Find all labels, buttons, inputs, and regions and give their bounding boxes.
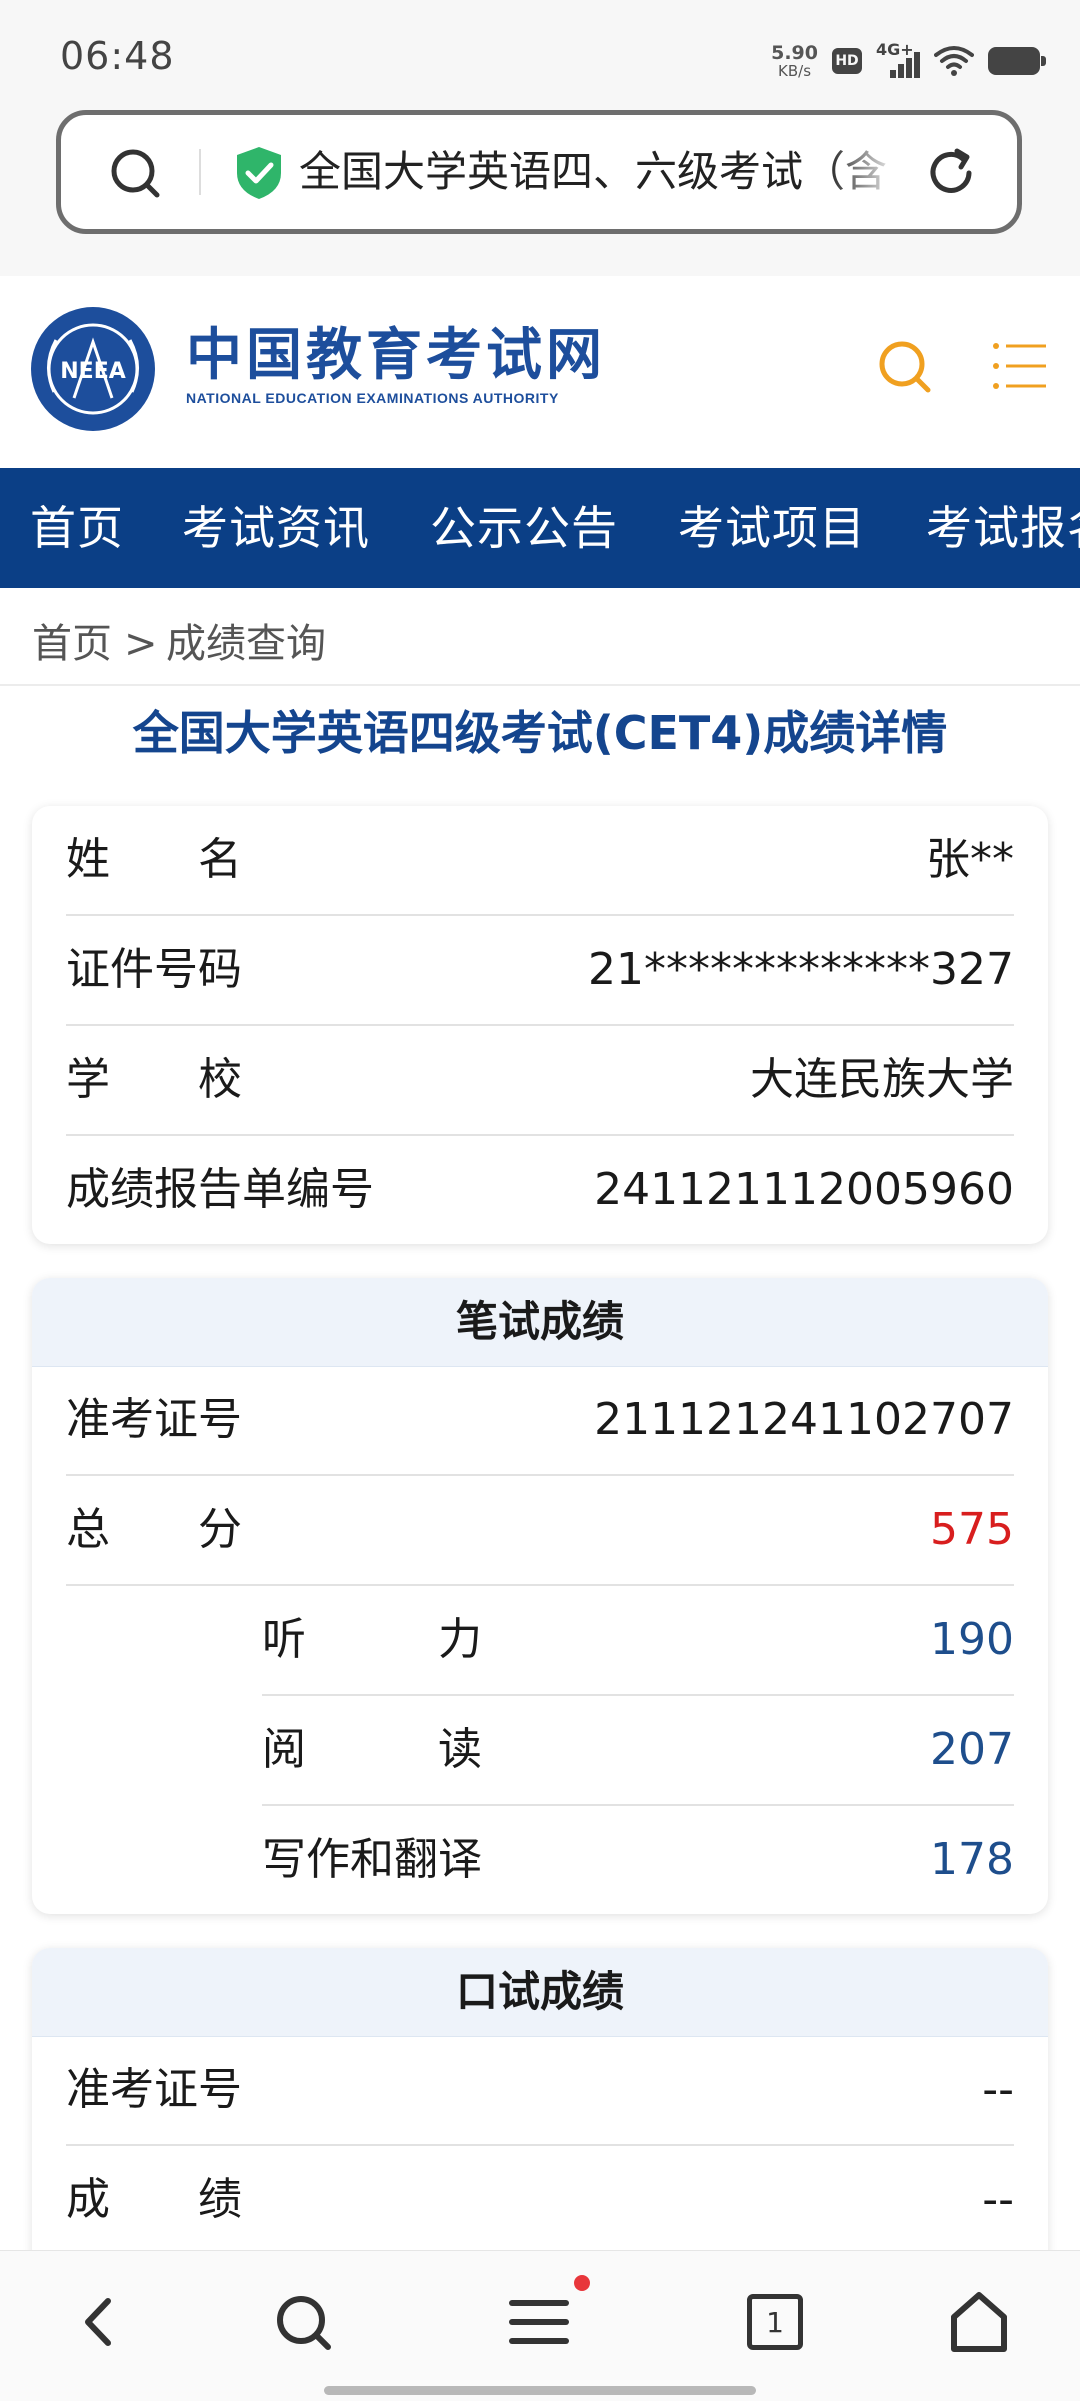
info-label: 证件号码 [66, 944, 242, 995]
nav-item-news[interactable]: 考试资讯 [182, 468, 370, 588]
info-value: 大连民族大学 [750, 1054, 1014, 1105]
url-text[interactable]: 全国大学英语四、六级考试（含 [299, 139, 899, 205]
sub-score-value: 207 [930, 1724, 1014, 1775]
status-bar: 06:48 5.90 KB/s HD 4G+ [0, 0, 1080, 100]
info-label: 成绩报告单编号 [66, 1164, 374, 1215]
search-icon[interactable] [107, 145, 163, 201]
listening-row: 听 力 190 [262, 1586, 1014, 1696]
oral-score-label: 成 绩 [66, 2174, 242, 2225]
oral-admission-row: 准考证号 -- [66, 2036, 1014, 2146]
sub-score-label: 阅 读 [262, 1724, 482, 1775]
net-speed-value: 5.90 [771, 42, 818, 64]
battery-icon [988, 47, 1046, 75]
browser-toolbar: 全国大学英语四、六级考试（含 [0, 100, 1080, 276]
sub-score-label: 写作和翻译 [262, 1834, 482, 1885]
info-row-report-number: 成绩报告单编号 241121112005960 [66, 1136, 1014, 1244]
oral-score-title: 口试成绩 [32, 1948, 1048, 2037]
admission-label: 准考证号 [66, 2064, 242, 2115]
wifi-icon [934, 46, 974, 76]
search-icon[interactable] [268, 2287, 338, 2357]
total-label: 总 分 [66, 1504, 242, 1555]
secure-shield-icon[interactable] [233, 145, 285, 201]
hd-icon: HD [832, 48, 862, 74]
site-header: NEEA 中国教育考试网 NATIONAL EDUCATION EXAMINAT… [0, 276, 1080, 468]
reload-icon[interactable] [921, 143, 981, 203]
svg-text:NEEA: NEEA [60, 359, 126, 384]
admission-value: 211121241102707 [594, 1394, 1014, 1445]
network-type: 4G+ [876, 40, 914, 59]
main-nav: 首页 考试资讯 公示公告 考试项目 考试报名 [0, 468, 1080, 588]
site-name-cn: 中国教育考试网 [186, 323, 606, 388]
home-icon[interactable] [944, 2287, 1014, 2357]
total-score-value: 575 [930, 1504, 1014, 1555]
status-icons: 5.90 KB/s HD 4G+ [771, 36, 1046, 86]
home-indicator[interactable] [324, 2386, 756, 2395]
back-icon[interactable] [64, 2287, 134, 2357]
info-label: 姓 名 [66, 834, 242, 885]
breadcrumb-separator: > [124, 621, 158, 667]
site-search-icon[interactable] [874, 336, 934, 396]
net-speed: 5.90 KB/s [771, 43, 818, 79]
info-row-id: 证件号码 21*************327 [66, 916, 1014, 1026]
written-admission-row: 准考证号 211121241102707 [66, 1366, 1014, 1476]
site-menu-icon[interactable] [992, 340, 1048, 392]
site-brand[interactable]: 中国教育考试网 NATIONAL EDUCATION EXAMINATIONS … [186, 323, 606, 407]
oral-score-row: 成 绩 -- [66, 2146, 1014, 2254]
cellular-signal-icon: 4G+ [876, 40, 920, 78]
breadcrumb-current: 成绩查询 [166, 621, 326, 667]
info-label: 学 校 [66, 1054, 242, 1105]
oral-score-value: -- [982, 2174, 1014, 2225]
breadcrumb: 首页 > 成绩查询 [0, 588, 1080, 686]
nav-item-home[interactable]: 首页 [30, 468, 124, 588]
neea-logo[interactable]: NEEA [30, 306, 156, 432]
written-total-row: 总 分 575 [66, 1476, 1014, 1586]
info-value: 张** [926, 834, 1014, 885]
status-time: 06:48 [60, 34, 175, 78]
admission-label: 准考证号 [66, 1394, 242, 1445]
site-name-en: NATIONAL EDUCATION EXAMINATIONS AUTHORIT… [186, 390, 559, 406]
written-score-card: 笔试成绩 准考证号 211121241102707 总 分 575 听 力 19… [32, 1278, 1048, 1914]
nav-item-exams[interactable]: 考试项目 [678, 468, 866, 588]
info-value: 21*************327 [588, 944, 1014, 995]
info-row-school: 学 校 大连民族大学 [66, 1026, 1014, 1136]
menu-notification-dot [574, 2275, 590, 2291]
reading-row: 阅 读 207 [262, 1696, 1014, 1806]
net-speed-unit: KB/s [778, 62, 812, 80]
page-title: 全国大学英语四级考试(CET4)成绩详情 [132, 706, 948, 760]
admission-value: -- [982, 2064, 1014, 2115]
tabs-button[interactable]: 1 [740, 2287, 810, 2357]
info-row-name: 姓 名 张** [66, 806, 1014, 916]
address-divider [199, 149, 201, 195]
browser-bottom-bar: 1 [0, 2250, 1080, 2401]
address-bar[interactable]: 全国大学英语四、六级考试（含 [56, 110, 1022, 234]
sub-score-value: 190 [930, 1614, 1014, 1665]
nav-item-notices[interactable]: 公示公告 [430, 468, 618, 588]
nav-item-registration[interactable]: 考试报名 [926, 468, 1080, 588]
breadcrumb-home[interactable]: 首页 [32, 588, 112, 700]
personal-info-card: 姓 名 张** 证件号码 21*************327 学 校 大连民族… [32, 806, 1048, 1244]
sub-score-value: 178 [930, 1834, 1014, 1885]
written-score-title: 笔试成绩 [32, 1278, 1048, 1367]
writing-translation-row: 写作和翻译 178 [262, 1806, 1014, 1914]
tab-count: 1 [747, 2294, 803, 2350]
info-value: 241121112005960 [594, 1164, 1014, 1215]
oral-score-card: 口试成绩 准考证号 -- 成 绩 -- [32, 1948, 1048, 2278]
sub-score-label: 听 力 [262, 1614, 482, 1665]
menu-icon[interactable] [504, 2287, 574, 2357]
